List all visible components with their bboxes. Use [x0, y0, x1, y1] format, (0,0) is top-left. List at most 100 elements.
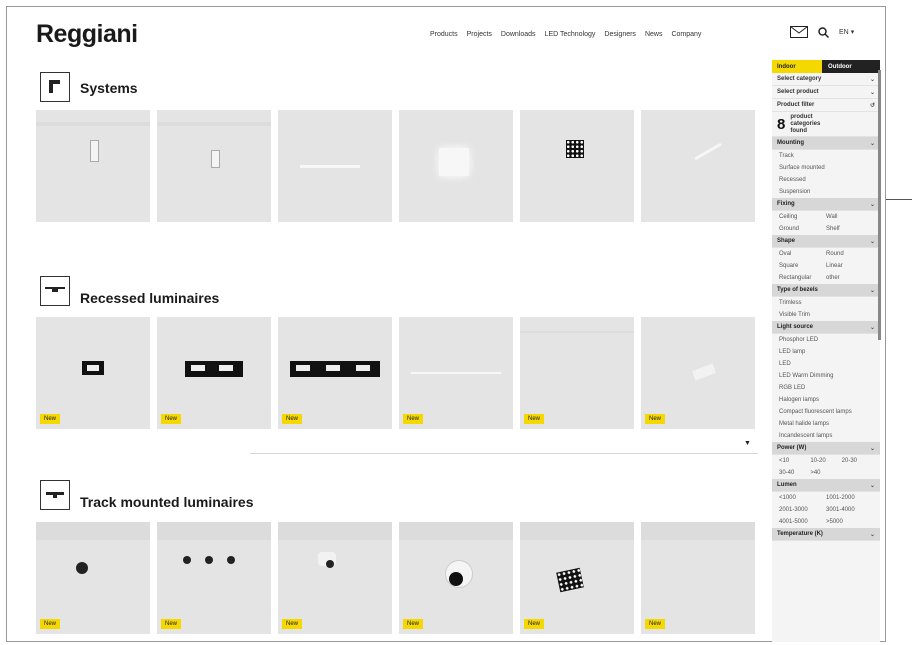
filter-option[interactable]: Suspension [772, 186, 880, 198]
select-product-label: Select product [777, 89, 819, 95]
filter-shape-header[interactable]: Shape ⌄ [772, 235, 880, 248]
panel-scrollbar[interactable] [878, 70, 881, 340]
filter-option[interactable]: <10 [779, 458, 810, 464]
filter-option-row: 30-40 >40 [772, 467, 880, 479]
filter-option[interactable]: Halogen lamps [772, 394, 880, 406]
filter-option[interactable]: 3001-4000 [826, 507, 873, 513]
filter-option[interactable]: RGB LED [772, 382, 880, 394]
filter-bezels-header[interactable]: Type of bezels ⌄ [772, 284, 880, 297]
filter-option[interactable]: <1000 [779, 495, 826, 501]
filter-fixing-title: Fixing [777, 201, 795, 207]
select-category-label: Select category [777, 76, 822, 82]
chevron-down-icon: ▾ [850, 29, 855, 36]
filter-temperature-header[interactable]: Temperature (K) ⌄ [772, 528, 880, 541]
filter-light-source-header[interactable]: Light source ⌄ [772, 321, 880, 334]
section-title-systems[interactable]: Systems [80, 80, 138, 96]
product-tile[interactable] [36, 110, 150, 222]
caret-down-icon[interactable]: ▼ [744, 440, 751, 447]
nav-downloads[interactable]: Downloads [501, 31, 536, 38]
tab-indoor[interactable]: Indoor [772, 60, 822, 73]
filter-shape-title: Shape [777, 238, 796, 244]
filter-option[interactable]: 4001-5000 [779, 519, 826, 525]
filter-mounting-header[interactable]: Mounting ⌄ [772, 137, 880, 150]
product-tile[interactable]: New [36, 317, 150, 429]
filter-fixing-header[interactable]: Fixing ⌄ [772, 198, 880, 211]
filter-option[interactable]: Compact fluorescent lamps [772, 406, 880, 418]
product-tile[interactable]: New [278, 522, 392, 634]
filter-power-header[interactable]: Power (W) ⌄ [772, 442, 880, 455]
product-tile[interactable]: New [399, 317, 513, 429]
product-tile[interactable]: New [157, 522, 271, 634]
nav-news[interactable]: News [645, 31, 663, 38]
filter-option[interactable]: Incandescent lamps [772, 430, 880, 442]
chevron-down-icon: ⌄ [869, 238, 875, 245]
product-tile[interactable]: New [157, 317, 271, 429]
filter-lumen-header[interactable]: Lumen ⌄ [772, 479, 880, 492]
nav-company[interactable]: Company [671, 31, 701, 38]
filter-option[interactable]: LED [772, 358, 880, 370]
language-selector[interactable]: EN ▾ [839, 28, 854, 36]
filter-temperature-title: Temperature (K) [777, 531, 823, 537]
filter-mounting-title: Mounting [777, 140, 804, 146]
nav-led-technology[interactable]: LED Technology [545, 31, 596, 38]
filter-option[interactable]: Surface mounted [772, 162, 880, 174]
product-tile[interactable] [157, 110, 271, 222]
chevron-down-icon: ⌄ [869, 76, 875, 83]
filter-option[interactable]: Recessed [772, 174, 880, 186]
search-icon[interactable] [818, 26, 829, 38]
filter-option[interactable]: LED Warm Dimming [772, 370, 880, 382]
tab-outdoor[interactable]: Outdoor [822, 60, 880, 73]
product-tile[interactable]: New [399, 522, 513, 634]
filter-option-row: Oval Round [772, 248, 880, 260]
section-title-track[interactable]: Track mounted luminaires [80, 494, 254, 510]
filter-option[interactable]: Metal halide lamps [772, 418, 880, 430]
filter-option[interactable]: >40 [810, 470, 841, 476]
nav-projects[interactable]: Projects [467, 31, 492, 38]
product-tile[interactable]: New [641, 522, 755, 634]
select-product-dropdown[interactable]: Select product ⌄ [772, 86, 880, 99]
filter-option[interactable]: >5000 [826, 519, 873, 525]
filter-option[interactable]: Ceiling [779, 214, 826, 220]
product-tile[interactable] [520, 110, 634, 222]
filter-panel: Indoor Outdoor Select category ⌄ Select p… [772, 60, 880, 642]
filter-option[interactable]: Visible Trim [772, 309, 880, 321]
product-tile[interactable] [278, 110, 392, 222]
product-filter-row[interactable]: Product filter ↺ [772, 99, 880, 112]
filter-option[interactable]: Rectangular [779, 275, 826, 281]
product-tile[interactable] [641, 110, 755, 222]
filter-option-row: 2001-3000 3001-4000 [772, 504, 880, 516]
filter-option[interactable]: Linear [826, 263, 873, 269]
nav-designers[interactable]: Designers [604, 31, 636, 38]
product-tile[interactable]: New [520, 317, 634, 429]
product-tile[interactable]: New [641, 317, 755, 429]
select-category-dropdown[interactable]: Select category ⌄ [772, 73, 880, 86]
filter-option[interactable]: Phosphor LED [772, 334, 880, 346]
product-tile[interactable]: New [278, 317, 392, 429]
reset-icon[interactable]: ↺ [870, 102, 875, 109]
filter-option[interactable]: Ground [779, 226, 826, 232]
reggiani-logo[interactable]: Reggiani [36, 20, 138, 49]
filter-option[interactable]: Round [826, 251, 873, 257]
filter-option[interactable]: Wall [826, 214, 873, 220]
filter-option[interactable]: Track [772, 150, 880, 162]
nav-products[interactable]: Products [430, 31, 458, 38]
filter-option-row: Ceiling Wall [772, 211, 880, 223]
filter-option[interactable]: other [826, 275, 873, 281]
product-tile[interactable]: New [520, 522, 634, 634]
new-badge: New [282, 619, 303, 629]
filter-option[interactable]: LED lamp [772, 346, 880, 358]
mail-icon[interactable] [790, 26, 808, 38]
filter-option[interactable]: 10-20 [810, 458, 841, 464]
filter-option[interactable]: Oval [779, 251, 826, 257]
product-tile[interactable] [399, 110, 513, 222]
filter-option[interactable]: Square [779, 263, 826, 269]
filter-option[interactable]: Trimless [772, 297, 880, 309]
filter-option[interactable]: 30-40 [779, 470, 810, 476]
filter-option[interactable]: 2001-3000 [779, 507, 826, 513]
product-tile[interactable]: New [36, 522, 150, 634]
filter-option[interactable]: 20-30 [842, 458, 873, 464]
section-title-recessed[interactable]: Recessed luminaires [80, 290, 219, 306]
filter-option[interactable]: 1001-2000 [826, 495, 873, 501]
filter-option[interactable]: Shelf [826, 226, 873, 232]
chevron-down-icon: ⌄ [869, 324, 875, 331]
